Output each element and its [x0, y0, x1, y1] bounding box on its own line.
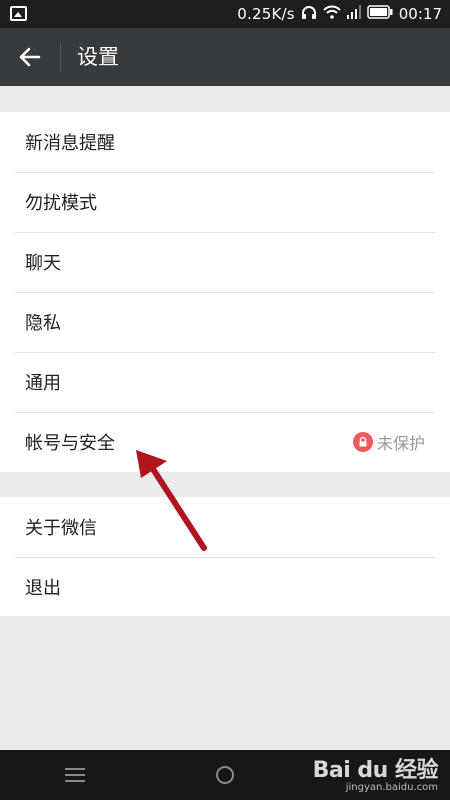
settings-item-new-message-alerts[interactable]: 新消息提醒 — [0, 112, 450, 172]
settings-item-account-security[interactable]: 帐号与安全 未保护 — [0, 412, 450, 472]
menu-button[interactable] — [65, 768, 85, 782]
menu-icon — [65, 768, 85, 770]
status-bar-right: 0.25K/s 00:17 — [237, 0, 442, 28]
gallery-notification-icon — [10, 6, 27, 21]
watermark: Bai du 经验 jingyan.baidu.com — [312, 752, 439, 793]
lock-icon — [352, 432, 373, 452]
battery-icon — [367, 5, 393, 23]
home-button[interactable] — [216, 766, 234, 784]
wifi-icon — [323, 5, 341, 23]
clock: 00:17 — [398, 5, 442, 23]
settings-item-label: 关于微信 — [25, 518, 97, 539]
settings-item-logout[interactable]: 退出 — [0, 557, 450, 617]
status-bar: 0.25K/s 00:17 — [0, 0, 450, 28]
settings-item-general[interactable]: 通用 — [0, 352, 450, 412]
header-divider — [60, 42, 61, 72]
settings-group-secondary: 关于微信 退出 — [0, 497, 450, 616]
settings-item-label: 勿扰模式 — [25, 193, 97, 214]
action-bar: 设置 — [0, 28, 450, 86]
settings-item-about-wechat[interactable]: 关于微信 — [0, 497, 450, 557]
watermark-brand: Bai du 经验 — [312, 758, 439, 783]
back-button[interactable] — [12, 42, 48, 72]
settings-item-chat[interactable]: 聊天 — [0, 232, 450, 292]
settings-item-label: 新消息提醒 — [25, 133, 115, 154]
settings-item-label: 聊天 — [25, 253, 61, 274]
settings-group-main: 新消息提醒 勿扰模式 聊天 隐私 通用 帐号与安全 未保护 — [0, 112, 450, 472]
settings-item-label: 通用 — [25, 373, 61, 394]
page-title: 设置 — [77, 45, 119, 69]
settings-item-label: 退出 — [25, 578, 61, 599]
headphones-icon — [301, 5, 317, 24]
settings-item-do-not-disturb[interactable]: 勿扰模式 — [0, 172, 450, 232]
arrow-left-icon — [19, 47, 41, 67]
settings-item-label: 帐号与安全 — [25, 433, 115, 454]
network-speed: 0.25K/s — [237, 5, 295, 23]
account-protection-status: 未保护 — [352, 412, 425, 472]
protection-status-text: 未保护 — [376, 434, 425, 453]
signal-icon — [346, 5, 361, 23]
settings-item-privacy[interactable]: 隐私 — [0, 292, 450, 352]
settings-item-label: 隐私 — [25, 313, 61, 334]
